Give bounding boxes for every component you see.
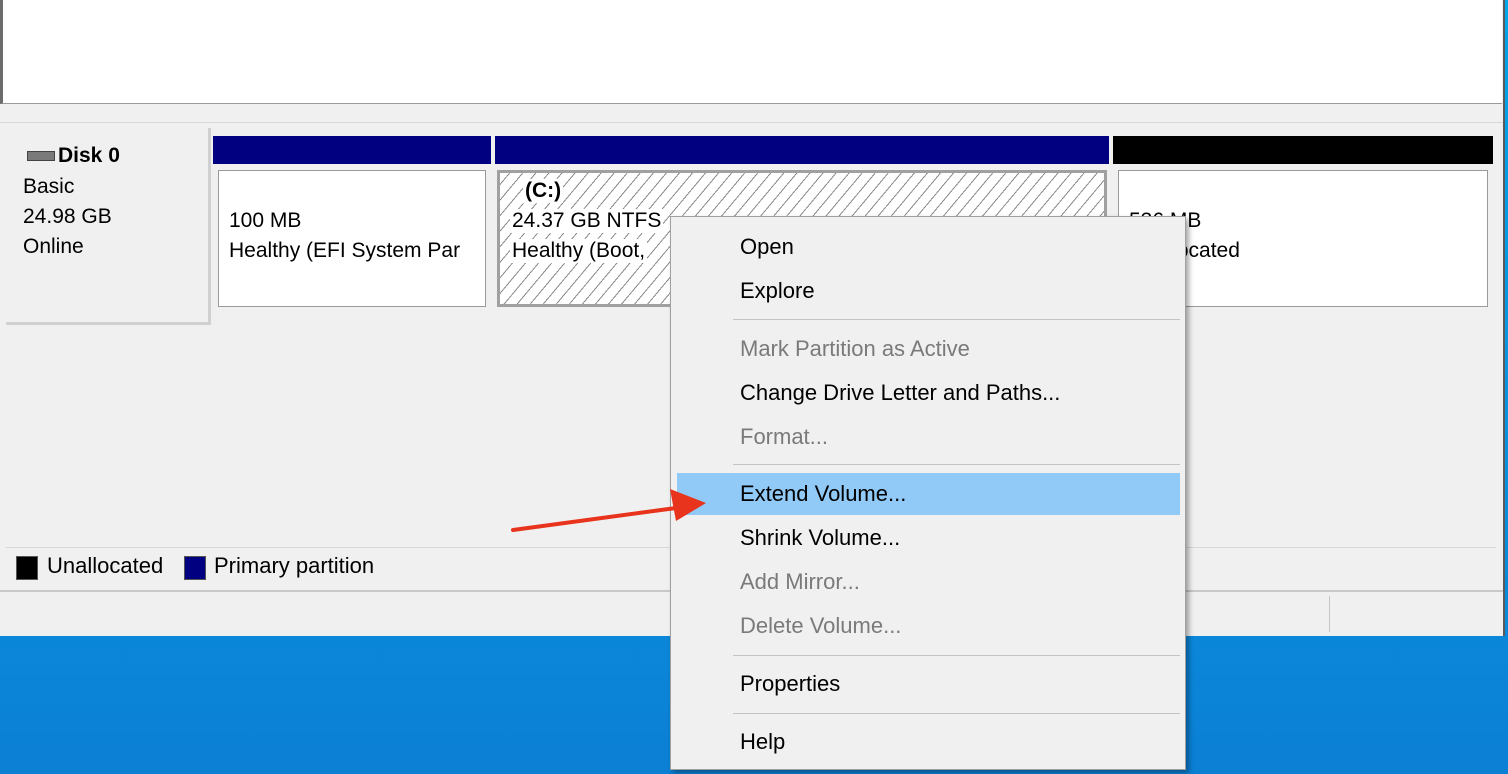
annotation-arrow-icon: [511, 489, 706, 532]
